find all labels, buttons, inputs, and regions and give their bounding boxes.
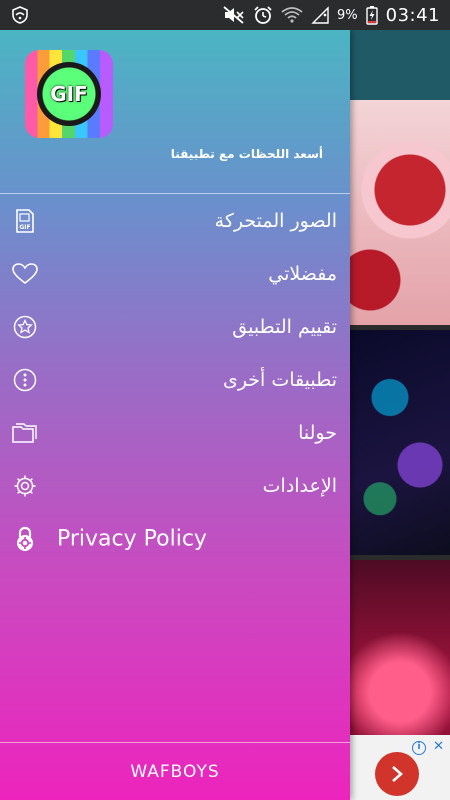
app-logo-text: GIF [50,82,88,106]
gif-thumbnail-neon[interactable] [350,330,450,555]
lock-icon [12,526,38,552]
menu-item-rate-app[interactable]: تقييم التطبيق [0,300,350,353]
ad-close-icon[interactable]: ✕ [433,739,444,754]
gif-disc: GIF [37,62,101,126]
star-badge-icon [12,314,38,340]
app-logo: GIF [25,50,113,138]
menu-label: تقييم التطبيق [232,315,337,338]
drawer-header: GIF أسعد اللحظات مع تطبيقنا [0,30,350,193]
menu-label: حولنا [298,421,337,444]
ad-banner[interactable]: i ✕ [350,735,450,800]
navigation-drawer: GIF أسعد اللحظات مع تطبيقنا GIF الصور ال… [0,30,350,800]
menu-item-privacy-policy[interactable]: Privacy Policy [0,512,350,565]
folder-icon [12,420,38,446]
menu-label: تطبيقات أخرى [222,368,337,391]
more-apps-icon [12,367,38,393]
svg-text:GIF: GIF [19,224,30,231]
status-bar: 9% 03:41 [0,0,450,30]
drawer-footer-brand: WAFBOYS [130,761,220,782]
menu-item-other-apps[interactable]: تطبيقات أخرى [0,353,350,406]
background-app: i ✕ [350,30,450,800]
drawer-menu: GIF الصور المتحركة مفضلاتي تقييم التطبيق [0,194,350,565]
battery-percent: 9% [337,7,358,23]
heart-icon [12,261,38,287]
gif-thumbnail-heart[interactable] [350,100,450,325]
shield-wifi-icon [12,6,28,24]
menu-item-about[interactable]: حولنا [0,406,350,459]
app-tagline: أسعد اللحظات مع تطبيقنا [170,147,323,161]
menu-label: مفضلاتي [268,262,337,285]
mute-icon [223,6,244,24]
alarm-icon [254,6,272,24]
chevron-right-icon [392,766,403,782]
menu-item-settings[interactable]: الإعدادات [0,459,350,512]
gear-icon [12,473,38,499]
gif-file-icon: GIF [12,208,38,234]
ad-info-icon[interactable]: i [412,741,426,755]
menu-label: الإعدادات [262,474,337,497]
ad-open-button[interactable] [375,752,419,796]
signal-icon [311,6,329,24]
clock: 03:41 [385,4,440,26]
menu-label: Privacy Policy [57,526,207,551]
menu-item-favorites[interactable]: مفضلاتي [0,247,350,300]
background-toolbar [350,30,450,100]
menu-item-animated-gifs[interactable]: GIF الصور المتحركة [0,194,350,247]
menu-label: الصور المتحركة [214,209,337,232]
wifi-icon [281,7,303,23]
battery-charging-icon [365,6,378,25]
